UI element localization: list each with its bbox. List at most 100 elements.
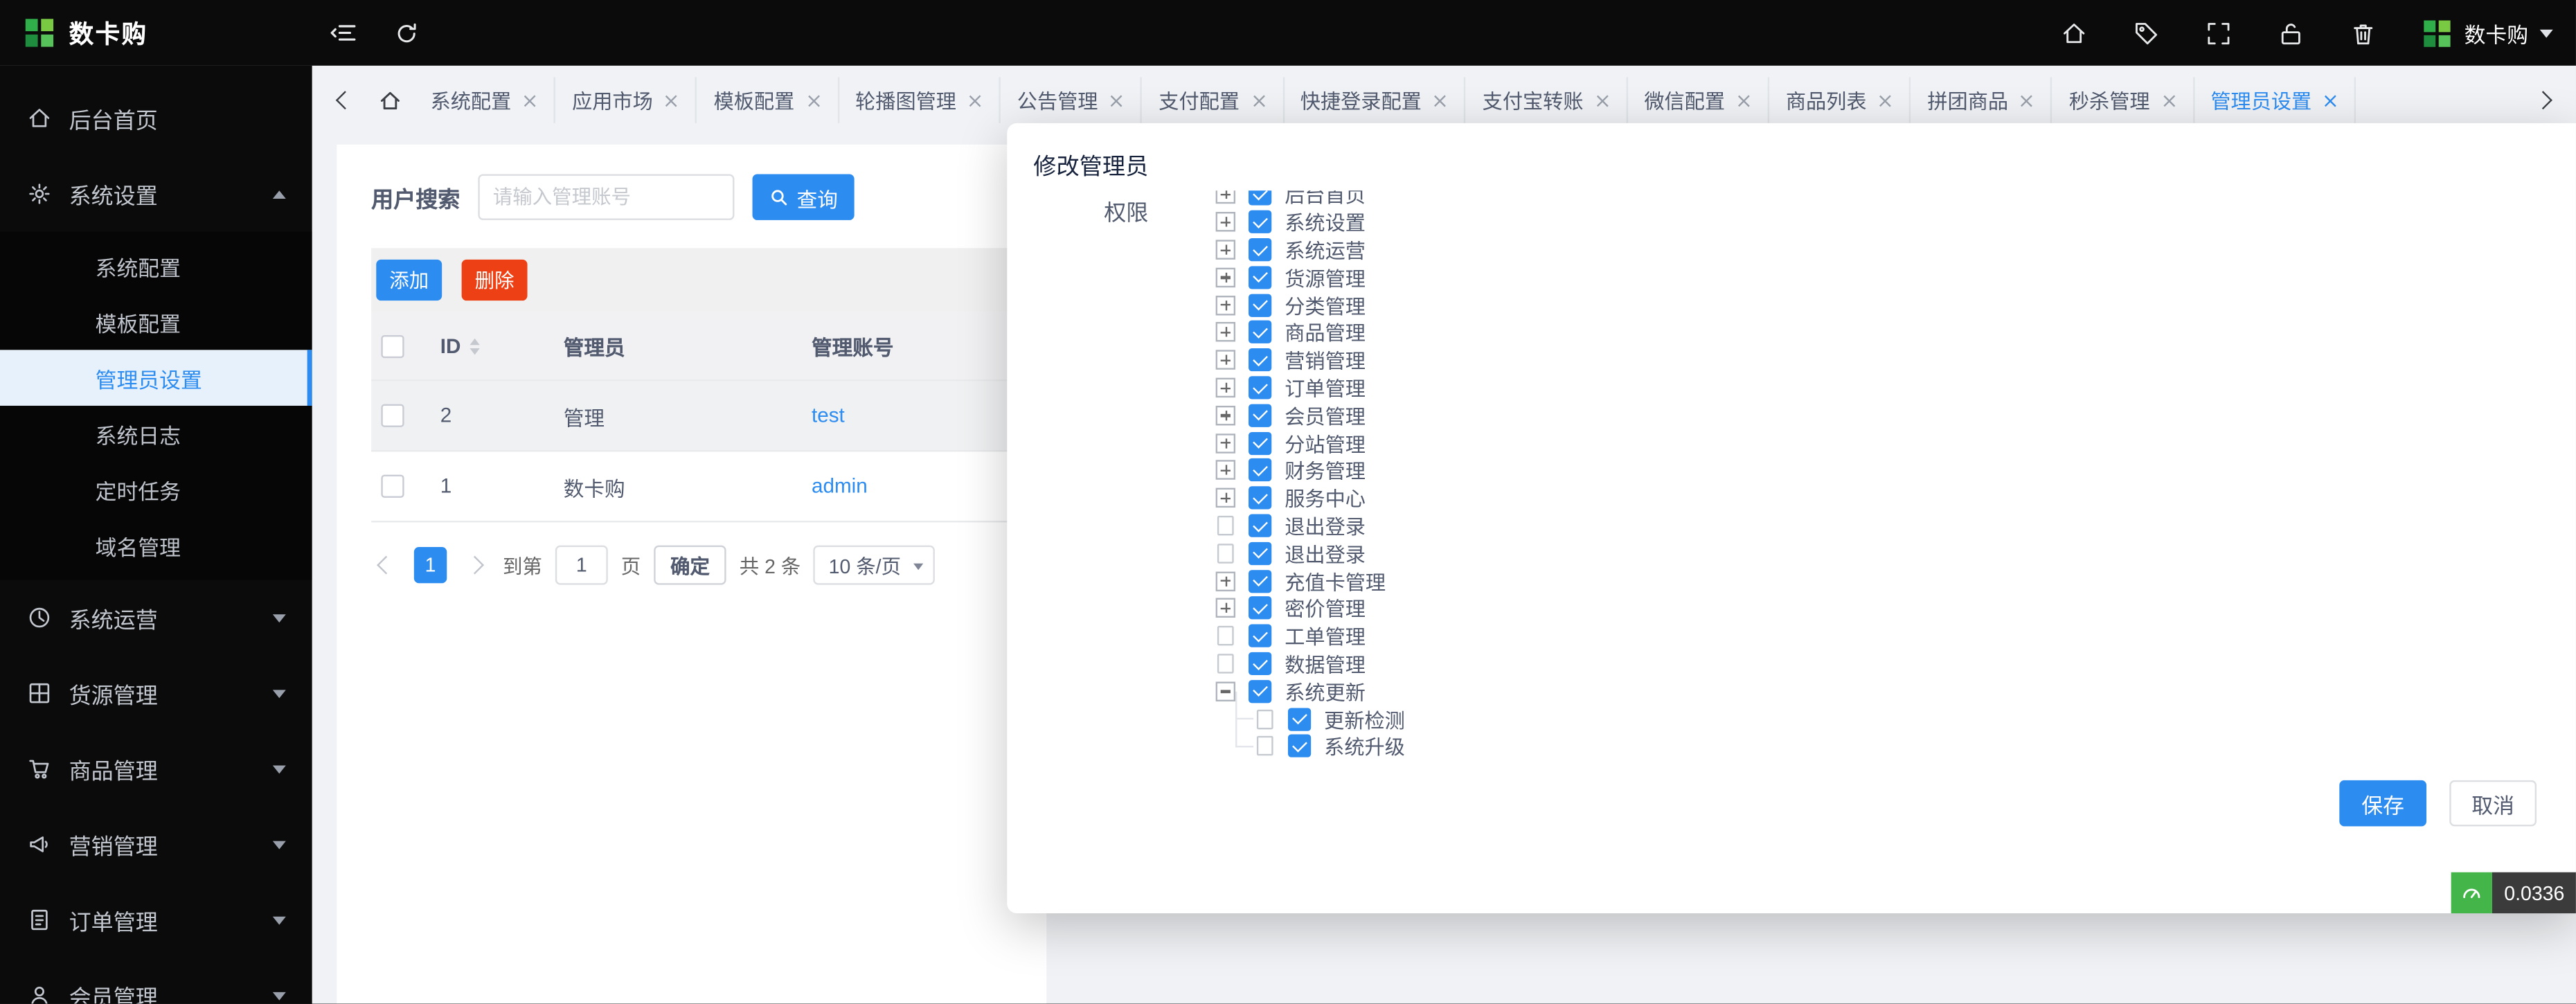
- expand-icon[interactable]: [1216, 571, 1235, 591]
- checkbox-checked-icon[interactable]: [1249, 625, 1271, 647]
- table-row[interactable]: 1 数卡购 admin: [371, 451, 1012, 522]
- tree-node[interactable]: 数据管理: [1216, 649, 2070, 677]
- tab-quick-login-config[interactable]: 快捷登录配置: [1284, 78, 1466, 123]
- expand-icon[interactable]: [1216, 488, 1235, 508]
- checkbox-checked-icon[interactable]: [1249, 210, 1271, 233]
- tree-node[interactable]: 分站管理: [1216, 429, 2070, 457]
- checkbox-checked-icon[interactable]: [1249, 541, 1271, 564]
- tab-close-icon[interactable]: [1433, 93, 1447, 107]
- tree-node-label[interactable]: 后台首页: [1285, 190, 1366, 209]
- checkbox-checked-icon[interactable]: [1249, 266, 1271, 289]
- sidebar-item-system-settings[interactable]: 系统设置: [0, 156, 312, 231]
- checkbox-checked-icon[interactable]: [1249, 404, 1271, 427]
- tab-close-icon[interactable]: [2161, 93, 2176, 107]
- tag-button[interactable]: [2116, 0, 2179, 66]
- tree-node[interactable]: 系统设置: [1216, 208, 2070, 236]
- table-row[interactable]: 2 管理 test: [371, 381, 1012, 451]
- expand-icon[interactable]: [1216, 460, 1235, 480]
- tree-node-label[interactable]: 系统更新: [1285, 676, 1366, 706]
- checkbox-checked-icon[interactable]: [1249, 459, 1271, 482]
- home-button[interactable]: [2043, 0, 2106, 66]
- tree-node-label[interactable]: 退出登录: [1285, 539, 1366, 568]
- tab-close-icon[interactable]: [1251, 93, 1266, 107]
- current-page-button[interactable]: 1: [414, 547, 447, 583]
- sidebar-item-member-manage[interactable]: 会员管理: [0, 958, 312, 1004]
- save-button[interactable]: 保存: [2339, 780, 2426, 826]
- tree-node-label[interactable]: 密价管理: [1285, 593, 1366, 623]
- checkbox-checked-icon[interactable]: [1249, 348, 1271, 371]
- collapse-sidebar-button[interactable]: [312, 0, 375, 66]
- refresh-button[interactable]: [375, 0, 437, 66]
- tab-app-market[interactable]: 应用市场: [555, 78, 697, 123]
- sidebar-item-supply-manage[interactable]: 货源管理: [0, 656, 312, 731]
- tree-node-label[interactable]: 系统运营: [1285, 235, 1366, 265]
- sidebar-item-dashboard[interactable]: 后台首页: [0, 80, 312, 156]
- tree-node-label[interactable]: 分站管理: [1285, 428, 1366, 458]
- checkbox-checked-icon[interactable]: [1249, 514, 1271, 537]
- tree-node[interactable]: 后台首页: [1216, 190, 2070, 208]
- tree-node-label[interactable]: 财务管理: [1285, 456, 1366, 485]
- checkbox-checked-icon[interactable]: [1288, 735, 1311, 758]
- checkbox-checked-icon[interactable]: [1249, 190, 1271, 206]
- tree-node-label[interactable]: 商品管理: [1285, 318, 1366, 348]
- tab-banner-manage[interactable]: 轮播图管理: [839, 78, 1001, 123]
- tree-node-label[interactable]: 系统升级: [1324, 732, 1405, 762]
- tab-seckill-manage[interactable]: 秒杀管理: [2052, 78, 2194, 123]
- expand-icon[interactable]: [1216, 350, 1235, 370]
- tree-node-label[interactable]: 订单管理: [1285, 373, 1366, 402]
- tab-close-icon[interactable]: [968, 93, 983, 107]
- performance-badge[interactable]: 0.0336: [2451, 872, 2576, 913]
- tree-node-label[interactable]: 退出登录: [1285, 511, 1366, 541]
- checkbox-checked-icon[interactable]: [1249, 294, 1271, 316]
- tab-alipay-transfer[interactable]: 支付宝转账: [1466, 78, 1628, 123]
- tab-wechat-config[interactable]: 微信配置: [1628, 78, 1770, 123]
- lock-screen-button[interactable]: [2260, 0, 2323, 66]
- tree-node[interactable]: 服务中心: [1216, 484, 2070, 512]
- tab-system-config[interactable]: 系统配置: [414, 78, 556, 123]
- clear-cache-button[interactable]: [2333, 0, 2395, 66]
- tab-goods-list[interactable]: 商品列表: [1769, 78, 1911, 123]
- jump-confirm-button[interactable]: 确定: [654, 546, 726, 585]
- account-link[interactable]: admin: [812, 475, 868, 498]
- tree-node-label[interactable]: 数据管理: [1285, 649, 1366, 679]
- checkbox-checked-icon[interactable]: [1249, 487, 1271, 510]
- checkbox-checked-icon[interactable]: [1249, 321, 1271, 344]
- tree-node[interactable]: 密价管理: [1216, 595, 2070, 622]
- user-menu[interactable]: 数卡购: [2422, 17, 2553, 48]
- tree-node-label[interactable]: 服务中心: [1285, 483, 1366, 513]
- tree-node[interactable]: 营销管理: [1216, 346, 2070, 374]
- tree-node[interactable]: 退出登录: [1216, 512, 2070, 539]
- expand-icon[interactable]: [1216, 295, 1235, 314]
- tab-close-icon[interactable]: [1595, 93, 1609, 107]
- tab-close-icon[interactable]: [2323, 93, 2338, 107]
- expand-icon[interactable]: [1216, 433, 1235, 452]
- sort-icon[interactable]: [469, 338, 478, 355]
- tab-admin-settings[interactable]: 管理员设置: [2194, 78, 2356, 123]
- tab-close-icon[interactable]: [1109, 93, 1124, 107]
- tab-close-icon[interactable]: [664, 93, 679, 107]
- tree-node[interactable]: 退出登录: [1216, 539, 2070, 567]
- tree-node[interactable]: 系统运营: [1216, 236, 2070, 264]
- sidebar-item-system-operation[interactable]: 系统运营: [0, 580, 312, 655]
- sidebar-item-domain-manage[interactable]: 域名管理: [0, 517, 312, 573]
- sidebar-item-admin-settings[interactable]: 管理员设置: [0, 350, 312, 406]
- tabs-scroll-right-button[interactable]: [2523, 78, 2563, 123]
- cancel-button[interactable]: 取消: [2449, 780, 2537, 826]
- tree-node[interactable]: 货源管理: [1216, 264, 2070, 292]
- expand-icon[interactable]: [1216, 378, 1235, 397]
- brand-logo[interactable]: 数卡购: [0, 16, 312, 51]
- column-header-id[interactable]: ID: [420, 334, 539, 357]
- select-all-checkbox[interactable]: [381, 334, 404, 357]
- tree-node-label[interactable]: 充值卡管理: [1285, 566, 1386, 595]
- checkbox-checked-icon[interactable]: [1249, 569, 1271, 592]
- tab-template-config[interactable]: 模板配置: [697, 78, 839, 123]
- account-link[interactable]: test: [812, 404, 845, 427]
- next-page-button[interactable]: [460, 547, 490, 583]
- expand-icon[interactable]: [1216, 598, 1235, 618]
- tab-group-goods[interactable]: 拼团商品: [1911, 78, 2053, 123]
- tree-node-label[interactable]: 货源管理: [1285, 262, 1366, 292]
- row-checkbox[interactable]: [381, 475, 404, 498]
- tree-node-label[interactable]: 会员管理: [1285, 400, 1366, 430]
- expand-icon[interactable]: [1216, 240, 1235, 259]
- checkbox-checked-icon[interactable]: [1249, 431, 1271, 454]
